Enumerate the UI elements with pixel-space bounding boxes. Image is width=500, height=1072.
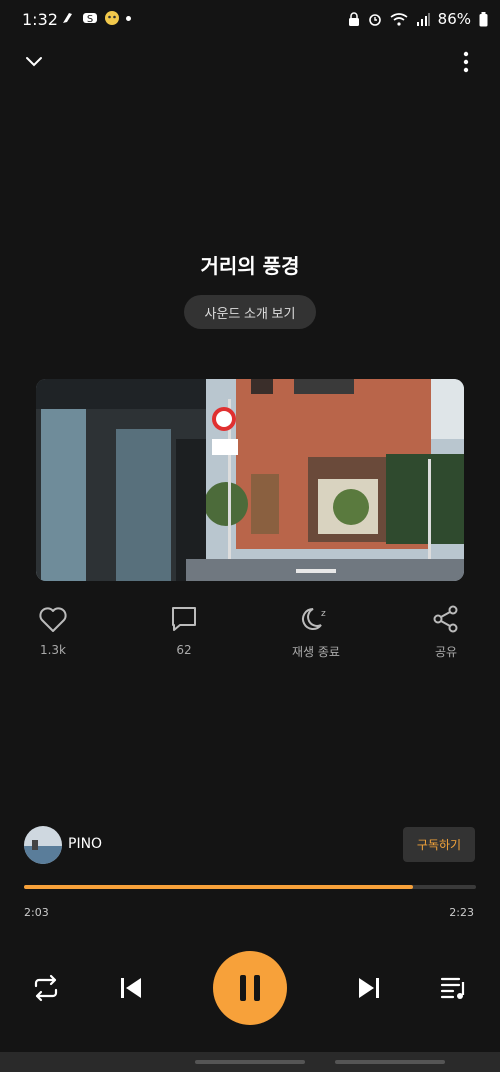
channel-avatar[interactable] (24, 826, 62, 864)
comment-button[interactable]: 62 (149, 605, 219, 657)
pause-icon (240, 975, 260, 1001)
like-count: 1.3k (39, 643, 67, 657)
svg-text:z: z (321, 609, 326, 619)
elapsed-time: 2:03 (24, 906, 49, 919)
heart-icon (39, 607, 67, 632)
gesture-bar-secondary (335, 1060, 445, 1064)
avatar-image (24, 826, 62, 864)
home-gesture-bar[interactable] (195, 1060, 305, 1064)
total-time: 2:23 (449, 906, 474, 919)
progress-fill (24, 885, 413, 889)
more-notifications-dot (126, 15, 131, 21)
status-time: 1:32 (22, 10, 58, 29)
like-button[interactable]: 1.3k (18, 605, 88, 657)
lock-icon (348, 12, 359, 26)
share-label: 공유 (434, 645, 458, 659)
album-artwork (36, 379, 464, 581)
collapse-button[interactable] (24, 52, 44, 72)
skip-next-icon (359, 978, 379, 998)
pause-button[interactable] (213, 951, 287, 1025)
track-title: 거리의 풍경 (200, 254, 300, 278)
share-button[interactable]: 공유 (411, 605, 481, 660)
sleep-timer-button[interactable]: z 재생 종료 (281, 605, 351, 660)
share-icon (433, 605, 458, 633)
next-button[interactable] (351, 970, 387, 1006)
svg-text:S: S (87, 14, 93, 25)
subscribe-button[interactable]: 구독하기 (403, 827, 475, 862)
battery-percent: 86% (437, 10, 471, 28)
skip-previous-icon (121, 978, 141, 998)
comment-count: 62 (176, 643, 192, 657)
status-notification-icons: S (60, 10, 131, 26)
comment-icon (172, 607, 196, 631)
repeat-button[interactable] (28, 970, 64, 1006)
repeat-icon (34, 974, 58, 1002)
emoji-icon (105, 11, 119, 25)
wifi-icon (390, 13, 408, 26)
street-scene-image (36, 379, 464, 581)
playlist-button[interactable] (436, 970, 472, 1006)
progress-bar[interactable] (24, 885, 476, 889)
sound-intro-button[interactable]: 사운드 소개 보기 (184, 295, 316, 329)
sleep-timer-label: 재생 종료 (292, 645, 340, 659)
more-options-button[interactable] (456, 50, 476, 74)
playlist-icon (440, 977, 465, 999)
alarm-icon (368, 14, 381, 26)
moon-sleep-icon: z (302, 608, 326, 630)
previous-button[interactable] (113, 970, 149, 1006)
more-vertical-icon (463, 51, 469, 73)
signal-icon (416, 13, 430, 26)
channel-name[interactable]: PINO (68, 836, 102, 852)
battery-icon (479, 11, 488, 26)
app-s-icon: S (83, 13, 97, 25)
chevron-down-icon (26, 57, 42, 67)
status-right: 86% (348, 10, 488, 28)
app-notification-icon (63, 13, 72, 23)
